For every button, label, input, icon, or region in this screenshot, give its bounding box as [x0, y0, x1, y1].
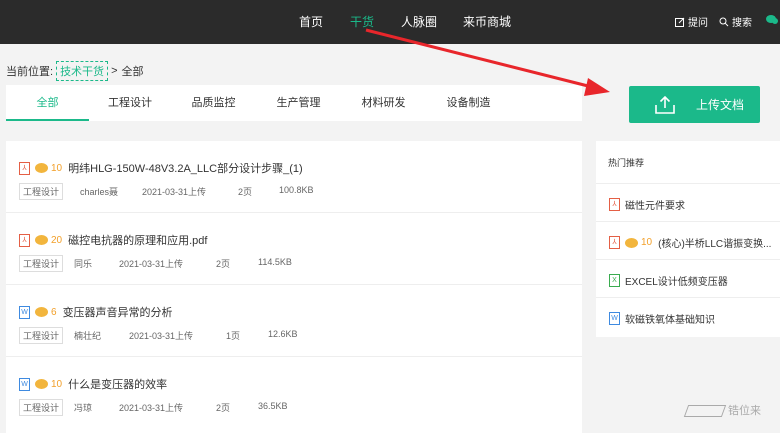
- coin-count: 10: [51, 162, 63, 174]
- document-title[interactable]: 明纬HLG-150W-48V3.2A_LLC部分设计步骤_(1): [68, 160, 303, 176]
- recommend-item[interactable]: ⅄ 磁性元件要求: [596, 183, 780, 221]
- file-size: 36.5KB: [258, 401, 288, 411]
- upload-date: 2021-03-31上传: [129, 331, 194, 341]
- recommend-item[interactable]: W 软磁铁氧体基础知识: [596, 297, 780, 335]
- page-count: 2页: [216, 403, 231, 413]
- pdf-icon: ⅄: [19, 161, 30, 175]
- author-name[interactable]: charles聂: [80, 185, 118, 198]
- ask-label: 提问: [688, 18, 708, 29]
- recommend-item[interactable]: ⅄ 10 (核心)半桥LLC谐振变换...: [596, 221, 780, 259]
- coin-count: 20: [51, 234, 63, 246]
- document-item[interactable]: W 6 变压器声音异常的分析 工程设计 楠壮纪 2021-03-31上传 1页 …: [6, 285, 582, 357]
- panel-title: 热门推荐: [608, 158, 645, 168]
- document-title[interactable]: 变压器声音异常的分析: [63, 304, 173, 320]
- author-name[interactable]: 楠壮纪: [74, 329, 101, 342]
- coin-icon: [35, 235, 48, 245]
- page-count: 2页: [238, 187, 253, 197]
- category-tag[interactable]: 工程设计: [19, 255, 64, 272]
- document-item[interactable]: ⅄ 20 磁控电抗器的原理和应用.pdf 工程设计 同乐 2021-03-31上…: [6, 213, 582, 285]
- document-title[interactable]: 什么是变压器的效率: [68, 376, 167, 392]
- tab-equipment[interactable]: 设备制造: [426, 85, 511, 121]
- coin-icon: [35, 379, 48, 389]
- tab-materials[interactable]: 材料研发: [341, 85, 426, 121]
- top-nav-bar: 首页 干货 人脉圈 来币商城 提问 搜索: [0, 0, 780, 44]
- page-count: 1页: [226, 331, 241, 341]
- breadcrumb: 当前位置: 技术干货 > 全部: [6, 61, 144, 81]
- document-title[interactable]: 磁控电抗器的原理和应用.pdf: [68, 232, 207, 248]
- category-tag[interactable]: 工程设计: [19, 327, 64, 344]
- recommend-item[interactable]: X EXCEL设计低频变压器: [596, 259, 780, 297]
- coin-count: 10: [51, 378, 63, 390]
- search-icon: [719, 17, 729, 26]
- tab-engineering[interactable]: 工程设计: [89, 85, 171, 121]
- watermark: 锆位来: [683, 402, 761, 418]
- page-count: 2页: [216, 259, 231, 269]
- upload-button[interactable]: 上传文档: [629, 86, 760, 123]
- pdf-icon: ⅄: [609, 198, 620, 211]
- recommend-title[interactable]: 软磁铁氧体基础知识: [625, 311, 715, 326]
- nav-network[interactable]: 人脉圈: [401, 13, 437, 30]
- tab-all[interactable]: 全部: [6, 85, 89, 121]
- upload-date: 2021-03-31上传: [142, 187, 207, 197]
- upload-date: 2021-03-31上传: [119, 259, 184, 269]
- nav-mall[interactable]: 来币商城: [463, 13, 511, 30]
- recommend-title[interactable]: EXCEL设计低频变压器: [625, 273, 728, 288]
- category-tag[interactable]: 工程设计: [19, 399, 64, 416]
- breadcrumb-link[interactable]: 技术干货: [56, 61, 109, 81]
- document-list: ⅄ 10 明纬HLG-150W-48V3.2A_LLC部分设计步骤_(1) 工程…: [6, 141, 582, 433]
- word-doc-icon: W: [609, 312, 620, 325]
- excel-icon: X: [609, 274, 620, 287]
- edit-icon: [675, 17, 685, 27]
- category-tag[interactable]: 工程设计: [19, 183, 64, 200]
- tab-production[interactable]: 生产管理: [256, 85, 341, 121]
- breadcrumb-separator: >: [111, 65, 118, 77]
- coin-count: 10: [641, 237, 653, 248]
- chat-icon: [766, 15, 778, 24]
- document-item[interactable]: ⅄ 10 明纬HLG-150W-48V3.2A_LLC部分设计步骤_(1) 工程…: [6, 141, 582, 213]
- recommend-title[interactable]: (核心)半桥LLC谐振变换...: [658, 235, 771, 250]
- ask-button[interactable]: 提问: [675, 14, 708, 29]
- word-doc-icon: W: [19, 377, 30, 391]
- chat-button[interactable]: [766, 14, 778, 25]
- category-tabs: 全部 工程设计 品质监控 生产管理 材料研发 设备制造: [6, 85, 582, 121]
- file-size: 12.6KB: [268, 329, 298, 339]
- upload-icon: [655, 95, 675, 114]
- watermark-logo: [683, 405, 727, 418]
- author-name[interactable]: 冯琼: [74, 401, 92, 414]
- pdf-icon: ⅄: [19, 233, 30, 247]
- breadcrumb-current: 全部: [121, 66, 144, 78]
- watermark-text: 锆位来: [728, 405, 761, 417]
- file-size: 100.8KB: [279, 185, 314, 195]
- search-label: 搜索: [732, 18, 752, 29]
- upload-label: 上传文档: [696, 98, 745, 112]
- recommend-title[interactable]: 磁性元件要求: [625, 197, 685, 212]
- coin-icon: [625, 237, 638, 248]
- document-item[interactable]: W 10 什么是变压器的效率 工程设计 冯琼 2021-03-31上传 2页 3…: [6, 357, 582, 429]
- search-button[interactable]: 搜索: [719, 14, 752, 29]
- upload-date: 2021-03-31上传: [119, 403, 184, 413]
- coin-icon: [35, 307, 48, 317]
- coin-icon: [35, 163, 48, 173]
- file-size: 114.5KB: [258, 257, 292, 267]
- coin-count: 6: [51, 306, 57, 318]
- nav-ganhuo[interactable]: 干货: [350, 13, 374, 30]
- nav-home[interactable]: 首页: [299, 13, 323, 30]
- breadcrumb-prefix: 当前位置:: [6, 66, 54, 78]
- pdf-icon: ⅄: [609, 236, 620, 249]
- tab-quality[interactable]: 品质监控: [171, 85, 256, 121]
- author-name[interactable]: 同乐: [74, 257, 92, 270]
- hot-recommend-panel: 热门推荐 ⅄ 磁性元件要求 ⅄ 10 (核心)半桥LLC谐振变换... X EX…: [596, 141, 780, 337]
- word-doc-icon: W: [19, 305, 30, 319]
